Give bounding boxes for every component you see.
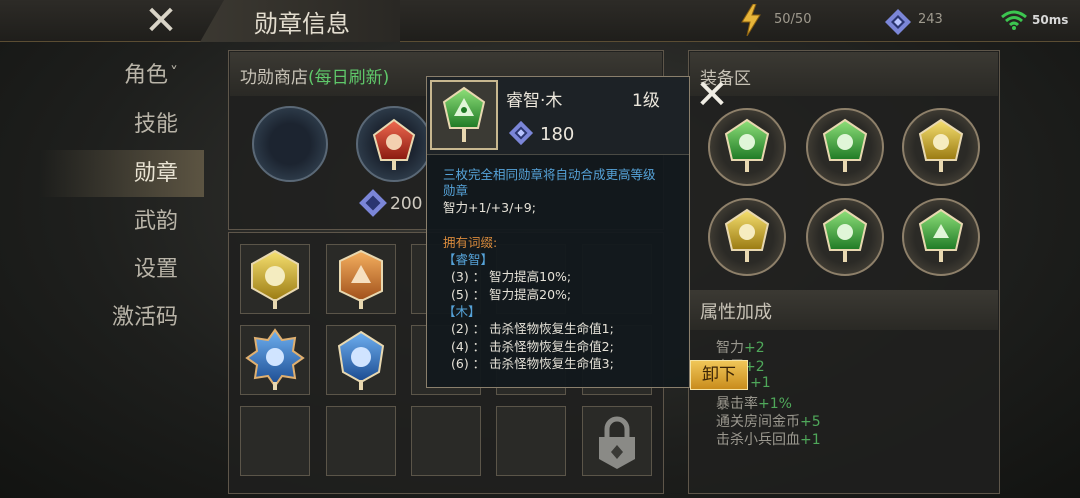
sidebar-item-label: 勋章	[133, 161, 178, 186]
inventory-slot[interactable]	[240, 406, 310, 476]
close-icon[interactable]: ✕	[694, 75, 730, 115]
tooltip-cost: 180	[540, 124, 575, 145]
close-icon[interactable]: ✕	[138, 1, 184, 42]
medal-icon	[724, 118, 770, 172]
page-title: 勋章信息	[254, 10, 350, 38]
shop-slot[interactable]	[252, 106, 328, 182]
tooltip-description: 勋章	[443, 183, 469, 198]
medal-icon	[918, 208, 964, 262]
attribute-value: +1	[800, 432, 821, 448]
tooltip-affix-line: (3) ： 智力提高10%;	[451, 269, 572, 284]
tooltip-affix-group: 【睿智】	[443, 252, 494, 267]
sidebar-item-medals[interactable]: 勋章	[40, 150, 204, 197]
attribute-name: 暴击率	[716, 396, 758, 412]
shop-price: 200	[390, 194, 423, 214]
medal-icon	[372, 118, 416, 170]
unequip-button[interactable]: 卸下	[690, 360, 748, 390]
shop-title: 功勋商店(每日刷新)	[240, 63, 389, 88]
attributes-title: 属性加成	[700, 302, 772, 323]
inventory-slot[interactable]	[326, 244, 396, 314]
tooltip-affix-line: (4) ： 击杀怪物恢复生命值2;	[451, 339, 614, 354]
tooltip-medal-frame	[430, 80, 498, 150]
medal-icon	[724, 208, 770, 262]
sidebar-item-label: 角色	[123, 63, 168, 88]
inventory-slot[interactable]	[496, 406, 566, 476]
medal-icon	[442, 86, 486, 142]
medal-icon	[339, 249, 383, 309]
gem-icon	[359, 189, 387, 217]
medal-icon	[245, 328, 305, 390]
attribute-row: 击杀小兵回血+1	[716, 429, 821, 449]
attribute-row: 暴击率+1%	[716, 393, 792, 413]
lock-icon	[599, 416, 635, 469]
inventory-slot[interactable]	[240, 325, 310, 395]
medal-icon	[822, 118, 868, 172]
equip-slot[interactable]	[902, 108, 980, 186]
shop-title-text: 功勋商店	[240, 68, 308, 88]
inventory-slot[interactable]	[326, 325, 396, 395]
sidebar-item-activation-code[interactable]: 激活码	[40, 294, 204, 341]
tooltip-affix-line: (5) ： 智力提高20%;	[451, 287, 572, 302]
attribute-name: 智力	[716, 340, 744, 356]
attribute-value: +1%	[758, 396, 792, 412]
attribute-row: +1	[750, 375, 771, 391]
equip-slot[interactable]	[708, 108, 786, 186]
equip-slot[interactable]	[806, 108, 884, 186]
shop-slot[interactable]	[356, 106, 432, 182]
attribute-row: 智力+2	[716, 337, 765, 357]
sidebar-item-label: 激活码	[111, 305, 178, 330]
tooltip-description: 三枚完全相同勋章将自动合成更高等级	[443, 167, 656, 182]
attribute-name: 击杀小兵回血	[716, 432, 800, 448]
tooltip-affix-title: 拥有词缀:	[443, 235, 498, 250]
wifi-icon	[1001, 10, 1027, 30]
sidebar-item-skills[interactable]: 技能	[40, 101, 204, 148]
medal-icon	[918, 118, 964, 172]
tooltip-affix-group: 【木】	[443, 304, 481, 319]
tooltip-affix-line: (2) ： 击杀怪物恢复生命值1;	[451, 321, 614, 336]
equip-slot[interactable]	[708, 198, 786, 276]
sidebar-item-label: 设置	[133, 257, 178, 282]
sidebar-item-wuyun[interactable]: 武韵	[40, 198, 204, 245]
chevron-down-icon: ˅	[170, 63, 178, 82]
inventory-slot[interactable]	[411, 406, 481, 476]
sidebar-item-settings[interactable]: 设置	[40, 246, 204, 293]
locked-inventory-slot[interactable]	[582, 406, 652, 476]
gem-icon	[885, 9, 911, 35]
attribute-value: +1	[750, 375, 771, 391]
tooltip-medal-level: 1级	[632, 91, 660, 111]
sidebar: 角色 ˅ 技能 勋章 武韵 设置 激活码	[40, 50, 204, 490]
attribute-name: 通关房间金币	[716, 414, 800, 430]
medal-icon	[822, 208, 868, 262]
inventory-slot[interactable]	[326, 406, 396, 476]
tooltip-affix-line: (6) ： 击杀怪物恢复生命值3;	[451, 356, 614, 371]
medal-icon	[251, 249, 299, 309]
equip-slot[interactable]	[806, 198, 884, 276]
gem-icon	[508, 120, 534, 146]
sidebar-item-label: 武韵	[133, 209, 178, 234]
tooltip-medal-name: 睿智·木	[506, 91, 563, 111]
shop-refresh-note: (每日刷新)	[308, 68, 390, 88]
equip-slot[interactable]	[902, 198, 980, 276]
energy-bolt-icon	[741, 4, 761, 36]
energy-counter: 50/50	[774, 12, 812, 27]
attribute-value: +2	[744, 340, 765, 356]
attribute-value: +5	[800, 414, 821, 430]
tooltip-stats: 智力+1/+3/+9;	[443, 200, 536, 215]
ping-indicator: 50ms	[1032, 13, 1069, 27]
sidebar-item-character[interactable]: 角色 ˅	[40, 52, 204, 99]
sidebar-item-label: 技能	[133, 112, 178, 137]
inventory-slot[interactable]	[240, 244, 310, 314]
gem-counter: 243	[918, 12, 943, 27]
attribute-row: 通关房间金币+5	[716, 411, 821, 431]
medal-icon	[337, 330, 385, 390]
